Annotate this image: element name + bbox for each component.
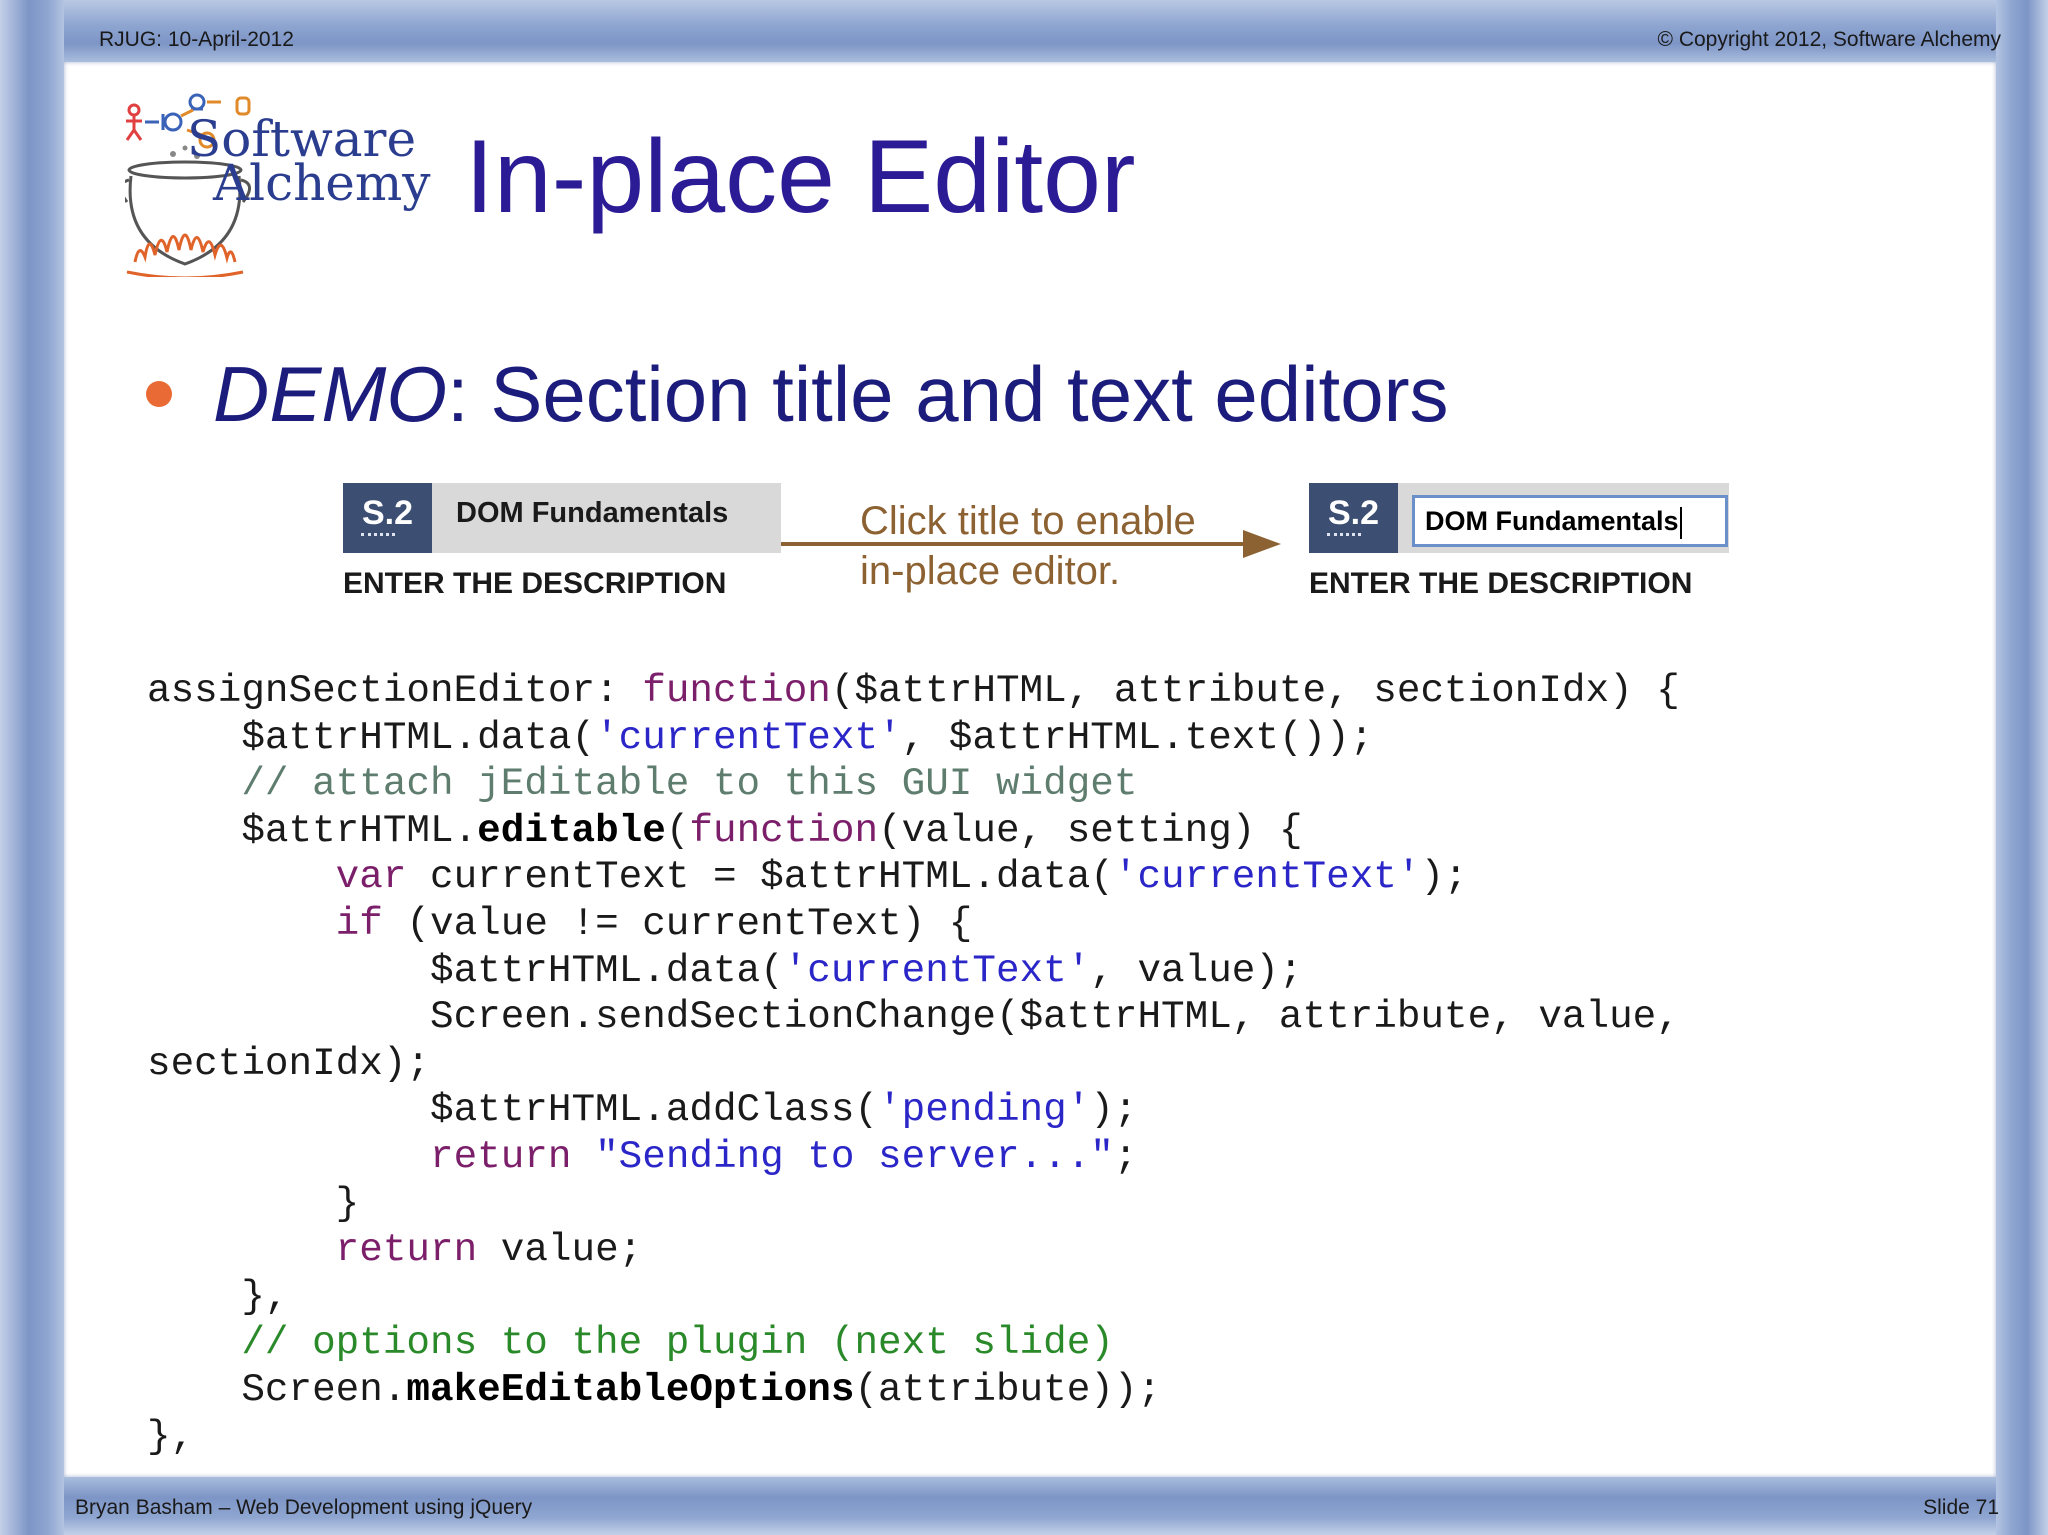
code-token: $attrHTML.data( [147,947,784,993]
section-title-bar: DOM Fundamentals [432,483,781,553]
bullet-dot-icon [146,381,172,407]
code-token: value; [477,1227,643,1273]
code-token: "Sending to server..." [595,1133,1114,1179]
software-alchemy-logo: Software Alchemy [125,92,460,277]
code-token: // options to the plugin (next slide) [147,1320,1114,1366]
code-token: } [147,1180,360,1226]
section-number-badge: S.2 [1309,483,1398,553]
code-line: $attrHTML.data('currentText', $attrHTML.… [147,715,1373,760]
code-token: 'currentText' [783,947,1091,993]
code-line: }, [147,1273,289,1319]
code-token: function [689,807,879,853]
code-line: $attrHTML.editable(function(value, setti… [147,807,1303,853]
section-after-screenshot: S.2 DOM Fundamentals ENTER THE DESCRIPTI… [1309,483,1729,613]
code-line: if (value != currentText) { [147,900,973,946]
code-token: currentText = $attrHTML.data( [406,854,1114,900]
arrow-label-line-2: in-place editor. [860,549,1121,593]
code-token: sectionIdx); [147,1040,430,1086]
bullet-rest: : Section title and text editors [447,350,1449,438]
code-token: 'pending' [878,1087,1091,1133]
header-copyright: © Copyright 2012, Software Alchemy [1657,28,2001,51]
code-token: assignSectionEditor: [147,668,643,713]
code-line: assignSectionEditor: function($attrHTML,… [147,668,1680,713]
arrow-label-line-1: Click title to enable [860,499,1196,543]
code-token: }, [147,1413,195,1459]
slide-title: In-place Editor [465,119,1136,235]
code-token: function [642,668,831,713]
code-token: ( [665,807,690,853]
code-line: sectionIdx); [147,1041,430,1086]
code-line: // attach jEditable to this GUI widget [147,761,1137,806]
text-caret [1679,506,1682,539]
code-token: $attrHTML.data( [147,714,596,760]
code-line: Screen.makeEditableOptions(attribute)); [147,1367,1161,1412]
code-line: var currentText = $attrHTML.data('curren… [147,854,1468,899]
section-title-input[interactable]: DOM Fundamentals [1412,495,1728,547]
footer-author: Bryan Basham – Web Development using jQu… [75,1496,533,1519]
code-token: , $attrHTML.text()); [901,714,1374,760]
code-listing: assignSectionEditor: function($attrHTML,… [147,668,1680,1460]
code-token: (value != currentText) { [382,900,973,946]
logo-text-alchemy: Alchemy [213,154,431,212]
arrow-label: Click title to enable in-place editor. [860,496,1196,596]
section-number: S.2 [361,494,414,532]
code-line: }, [147,1414,194,1459]
frame-left [0,0,64,1535]
code-token: 'currentText' [1113,854,1421,900]
code-token: // attach jEditable to this GUI widget [147,761,1138,807]
code-line: $attrHTML.data('currentText', value); [147,948,1303,993]
code-token: ; [1113,1133,1138,1179]
section-title-input-value: DOM Fundamentals [1425,506,1679,536]
code-token: (attribute)); [854,1366,1162,1412]
frame-right [1996,0,2048,1535]
code-token: return [335,1227,478,1273]
code-token: if [335,900,383,946]
code-line: return value; [147,1227,643,1273]
code-token: }, [147,1273,289,1319]
code-token: 'currentText' [595,714,902,760]
footer-slide-number: Slide 71 [1923,1496,1999,1519]
code-token: $attrHTML. [147,807,478,853]
bullet-emphasis: DEMO [213,350,447,438]
section-before-screenshot: S.2 DOM Fundamentals ENTER THE DESCRIPTI… [343,483,781,613]
code-token: editable [477,807,666,853]
bullet-text: DEMO: Section title and text editors [213,355,1449,433]
header-date: RJUG: 10-April-2012 [99,28,294,51]
section-number: S.2 [1327,494,1380,532]
code-token: ); [1090,1087,1138,1133]
code-line: Screen.sendSectionChange($attrHTML, attr… [147,994,1680,1039]
code-token: var [335,854,407,900]
code-token: , value); [1090,947,1303,993]
code-token: return [429,1133,572,1179]
section-number-badge: S.2 [343,483,432,553]
code-token: $attrHTML.addClass( [147,1087,879,1133]
code-token: ); [1420,854,1468,900]
section-description: ENTER THE DESCRIPTION [343,567,727,600]
section-title-bar: DOM Fundamentals [1398,483,1729,553]
code-line: return "Sending to server..."; [147,1133,1138,1179]
code-line: // options to the plugin (next slide) [147,1320,1114,1365]
code-token: ($attrHTML, attribute, sectionIdx) { [830,668,1680,713]
code-token: (value, setting) { [878,807,1303,853]
code-token: Screen.sendSectionChange($attrHTML, attr… [147,994,1680,1040]
code-line: } [147,1180,360,1226]
section-description: ENTER THE DESCRIPTION [1309,567,1693,600]
code-token: makeEditableOptions [406,1366,855,1412]
code-token: Screen. [147,1366,407,1412]
code-line: $attrHTML.addClass('pending'); [147,1087,1138,1133]
